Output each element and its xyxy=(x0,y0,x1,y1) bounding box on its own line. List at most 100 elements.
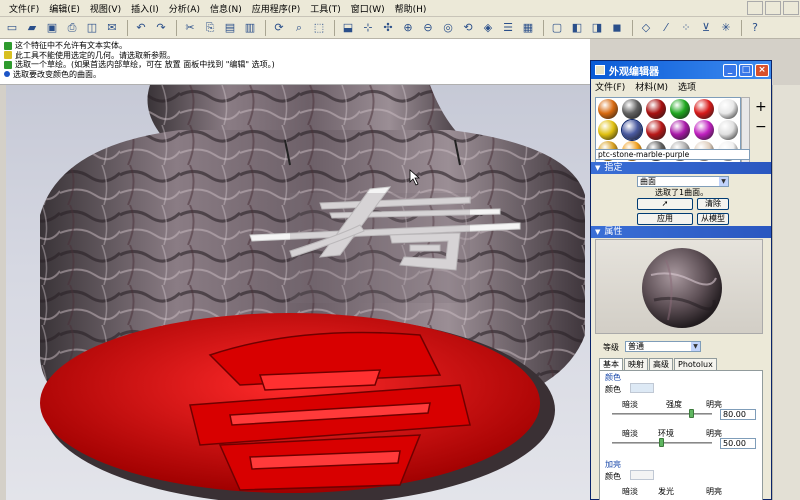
material-swatch[interactable] xyxy=(718,120,738,140)
material-swatch[interactable] xyxy=(598,120,618,140)
apply-button[interactable]: 应用 xyxy=(637,213,693,225)
level-select[interactable]: 普通 ▼ xyxy=(625,341,701,352)
datum-axes-icon[interactable]: ⁄ xyxy=(657,19,675,37)
no-hidden-icon[interactable]: ◨ xyxy=(588,19,606,37)
remove-appearance-icon[interactable]: − xyxy=(755,117,767,137)
refit-icon[interactable]: ◎ xyxy=(439,19,457,37)
ambient-slider-thumb[interactable] xyxy=(659,438,664,447)
material-preview xyxy=(595,239,763,334)
properties-section-label: 属性 xyxy=(604,227,623,237)
intensity-field[interactable]: 80.00 xyxy=(720,409,756,420)
menu-edit[interactable]: 编辑(E) xyxy=(44,2,85,15)
dialog-maximize-button[interactable]: □ xyxy=(739,63,753,77)
menu-view[interactable]: 视图(V) xyxy=(85,2,126,15)
regenerate-icon[interactable]: ⟳ xyxy=(270,19,288,37)
tab-basic[interactable]: 基本 xyxy=(599,358,623,370)
paste-special-icon[interactable]: ▥ xyxy=(241,19,259,37)
print-icon[interactable]: ⎙ xyxy=(63,19,81,37)
point-symbols-icon[interactable]: ⁘ xyxy=(677,19,695,37)
tab-advanced[interactable]: 高级 xyxy=(649,358,673,370)
saved-views-icon[interactable]: ◈ xyxy=(479,19,497,37)
surface-type-select[interactable]: 曲面 ▼ xyxy=(637,176,729,187)
message-text: 选取要改变颜色的曲面。 xyxy=(13,69,101,79)
cut-icon[interactable]: ✂ xyxy=(181,19,199,37)
material-name-field[interactable]: ptc-stone-marble-purple xyxy=(595,149,750,160)
material-swatch[interactable] xyxy=(718,99,738,119)
graphics-window[interactable] xyxy=(0,85,590,500)
window-close-button[interactable] xyxy=(783,1,799,15)
message-text: 这个特征中不允许有文本实体。 xyxy=(15,41,127,50)
print-preview-icon[interactable]: ◫ xyxy=(83,19,101,37)
save-icon[interactable]: ▣ xyxy=(43,19,61,37)
dialog-menu-file[interactable]: 文件(F) xyxy=(595,80,625,93)
model-render[interactable] xyxy=(0,85,590,500)
menu-tools[interactable]: 工具(T) xyxy=(305,2,346,15)
reorient-icon[interactable]: ⟲ xyxy=(459,19,477,37)
clear-button[interactable]: 清除 xyxy=(697,198,729,210)
material-swatch[interactable] xyxy=(670,120,690,140)
material-swatch[interactable] xyxy=(622,99,642,119)
intensity-slider-thumb[interactable] xyxy=(689,409,694,418)
tab-photolux[interactable]: Photolux xyxy=(674,358,717,370)
window-minimize-button[interactable] xyxy=(747,1,763,15)
hidden-line-icon[interactable]: ◧ xyxy=(568,19,586,37)
copy-icon[interactable]: ⎘ xyxy=(201,19,219,37)
new-file-icon[interactable]: ▭ xyxy=(3,19,21,37)
menu-info[interactable]: 信息(N) xyxy=(205,2,247,15)
color-swatch-button[interactable] xyxy=(630,383,654,393)
dialog-title-bar[interactable]: 外观编辑器 _ □ × xyxy=(591,61,771,79)
chevron-down-icon: ▼ xyxy=(691,342,700,351)
prompt-icon xyxy=(4,60,12,69)
coordinate-systems-icon[interactable]: ⊻ xyxy=(697,19,715,37)
view-manager-icon[interactable]: ▦ xyxy=(519,19,537,37)
menu-insert[interactable]: 插入(I) xyxy=(126,2,164,15)
window-controls xyxy=(746,0,800,17)
dialog-menu-material[interactable]: 材料(M) xyxy=(635,80,668,93)
level-value: 普通 xyxy=(628,342,644,351)
properties-section-header[interactable]: ▼ 属性 xyxy=(591,226,771,238)
select-box-icon[interactable]: ⬚ xyxy=(310,19,328,37)
find-icon[interactable]: ⌕ xyxy=(290,19,308,37)
menu-window[interactable]: 窗口(W) xyxy=(346,2,390,15)
assign-section-header[interactable]: ▼ 指定 xyxy=(591,162,771,174)
material-swatch[interactable] xyxy=(694,99,714,119)
zoom-out-icon[interactable]: ⊖ xyxy=(419,19,437,37)
context-help-icon[interactable]: ? xyxy=(746,19,764,37)
datum-planes-icon[interactable]: ◇ xyxy=(637,19,655,37)
paste-icon[interactable]: ▤ xyxy=(221,19,239,37)
highlight-color-swatch[interactable] xyxy=(630,470,654,480)
menu-file[interactable]: 文件(F) xyxy=(4,2,44,15)
repaint-icon[interactable]: ⬓ xyxy=(339,19,357,37)
dialog-minimize-button[interactable]: _ xyxy=(723,63,737,77)
orient-mode-icon[interactable]: ✣ xyxy=(379,19,397,37)
dialog-close-button[interactable]: × xyxy=(755,63,769,77)
wireframe-icon[interactable]: ▢ xyxy=(548,19,566,37)
ambient-field[interactable]: 50.00 xyxy=(720,438,756,449)
dialog-menu-options[interactable]: 选项 xyxy=(678,80,696,93)
layers-icon[interactable]: ☰ xyxy=(499,19,517,37)
spin-center-display-icon[interactable]: ✳ xyxy=(717,19,735,37)
color-group-label: 颜色 xyxy=(605,373,621,382)
add-appearance-icon[interactable]: + xyxy=(755,97,767,117)
from-model-button[interactable]: 从模型 xyxy=(697,213,729,225)
redo-icon[interactable]: ↷ xyxy=(152,19,170,37)
spin-center-icon[interactable]: ⊹ xyxy=(359,19,377,37)
menu-applications[interactable]: 应用程序(P) xyxy=(247,2,305,15)
undo-icon[interactable]: ↶ xyxy=(132,19,150,37)
window-restore-button[interactable] xyxy=(765,1,781,15)
material-swatch[interactable] xyxy=(646,99,666,119)
zoom-in-icon[interactable]: ⊕ xyxy=(399,19,417,37)
open-folder-icon[interactable]: ▰ xyxy=(23,19,41,37)
material-swatch[interactable] xyxy=(646,120,666,140)
material-swatch[interactable] xyxy=(598,99,618,119)
menu-analysis[interactable]: 分析(A) xyxy=(164,2,205,15)
material-swatch[interactable] xyxy=(694,120,714,140)
tab-map[interactable]: 映射 xyxy=(624,358,648,370)
shading-icon[interactable]: ◼ xyxy=(608,19,626,37)
menu-help[interactable]: 帮助(H) xyxy=(390,2,432,15)
material-swatch[interactable] xyxy=(621,119,643,141)
email-icon[interactable]: ✉ xyxy=(103,19,121,37)
select-arrow-button[interactable]: ➚ xyxy=(637,198,693,210)
material-swatch[interactable] xyxy=(670,99,690,119)
intensity-slider-track[interactable] xyxy=(612,413,712,415)
